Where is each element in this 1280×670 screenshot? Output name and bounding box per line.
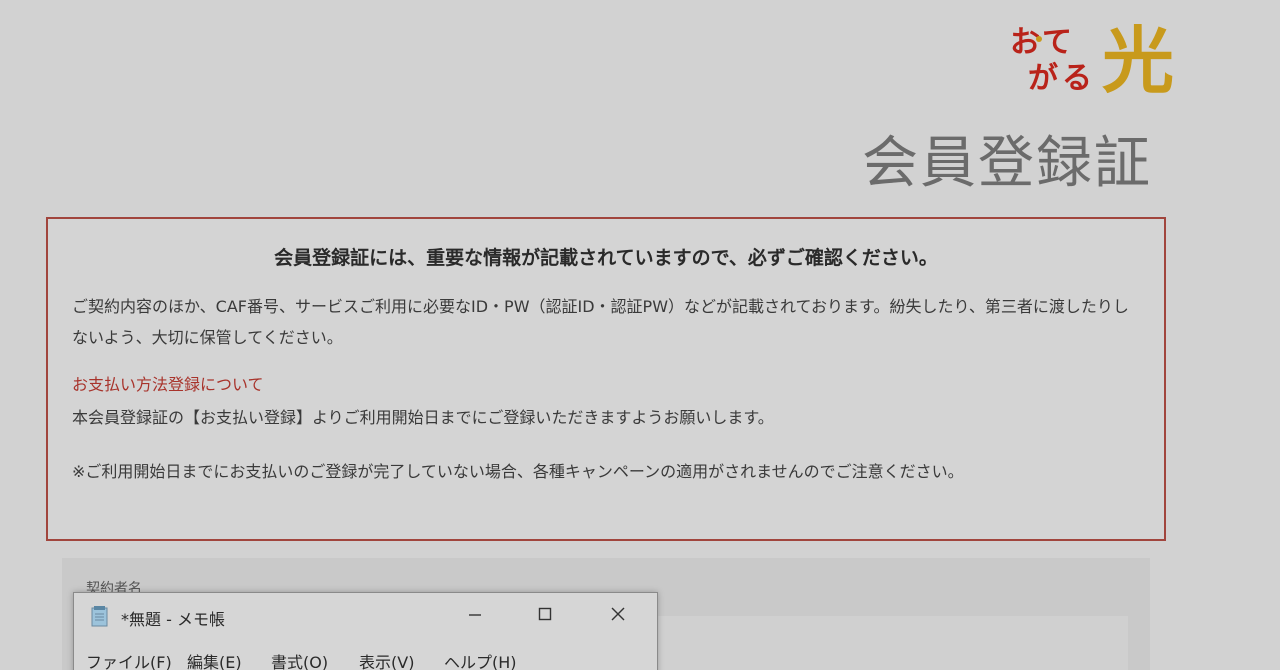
svg-text:光: 光 xyxy=(1102,19,1174,96)
notice-paragraph-contract: ご契約内容のほか、CAF番号、サービスご利用に必要なID・PW（認証ID・認証P… xyxy=(72,297,1129,347)
otegaru-hikari-logo: お て が る 光 xyxy=(1006,14,1182,96)
minimize-button[interactable] xyxy=(452,593,498,639)
important-notice-box: 会員登録証には、重要な情報が記載されていますので、必ずご確認ください。 ご契約内… xyxy=(46,217,1166,541)
notice-paragraph-payment: 本会員登録証の【お支払い登録】よりご利用開始日までにご登録いただきますようお願い… xyxy=(72,408,774,427)
menu-file[interactable]: ファイル(F) xyxy=(86,649,172,670)
logo-graphic: お て が る 光 xyxy=(1010,19,1174,96)
notice-heading: 会員登録証には、重要な情報が記載されていますので、必ずご確認ください。 xyxy=(274,247,938,269)
menu-edit[interactable]: 編集(E) xyxy=(187,649,242,670)
maximize-icon xyxy=(537,606,553,626)
close-icon xyxy=(610,606,626,626)
svg-text:て: て xyxy=(1042,25,1072,60)
notepad-icon xyxy=(91,606,109,627)
close-button[interactable] xyxy=(595,593,641,639)
maximize-button[interactable] xyxy=(522,593,568,639)
notepad-window[interactable]: *無題 - メモ帳 ファイル(F) 編集(E) 書式(O) 表示(V) ヘルプ(… xyxy=(73,592,658,670)
contract-holder-value-field xyxy=(658,616,1128,670)
payment-registration-heading: お支払い方法登録について xyxy=(72,375,264,394)
menu-help[interactable]: ヘルプ(H) xyxy=(444,649,517,670)
page-title: 会員登録証 xyxy=(862,131,1152,196)
menu-view[interactable]: 表示(V) xyxy=(359,649,414,670)
notice-paragraph-caution: ※ご利用開始日までにお支払いのご登録が完了していない場合、各種キャンペーンの適用… xyxy=(72,462,964,481)
svg-text:る: る xyxy=(1062,61,1092,96)
page: お て が る 光 会員登録証 会員登録証には、重要な情報が記載されていますので… xyxy=(0,0,1280,670)
svg-text:お: お xyxy=(1010,25,1040,60)
menu-format[interactable]: 書式(O) xyxy=(271,649,328,670)
notepad-title: *無題 - メモ帳 xyxy=(121,610,225,629)
svg-text:が: が xyxy=(1028,61,1058,96)
minimize-icon xyxy=(467,606,483,626)
notepad-menubar: ファイル(F) 編集(E) 書式(O) 表示(V) ヘルプ(H) xyxy=(74,639,657,670)
notepad-titlebar[interactable]: *無題 - メモ帳 xyxy=(74,593,657,639)
